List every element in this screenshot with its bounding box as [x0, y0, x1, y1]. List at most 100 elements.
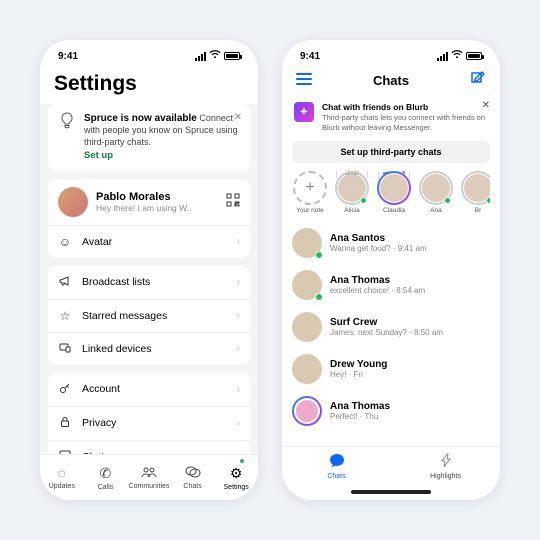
- bolt-icon: [441, 453, 451, 471]
- chats-screen: 9:41 Chats ✦ Chat with friends on Blurb …: [282, 40, 500, 500]
- row-label: Starred messages: [82, 310, 167, 322]
- story-item[interactable]: Last of Us episode 3 omg can w.. Claudia: [376, 171, 412, 214]
- wifi-icon: [451, 50, 463, 62]
- chat-name: Ana Santos: [330, 233, 490, 244]
- row-label: Avatar: [82, 236, 112, 248]
- account-row[interactable]: Account ›: [48, 373, 250, 406]
- lock-icon: [58, 416, 72, 431]
- chevron-right-icon: ›: [237, 310, 240, 321]
- profile-card: Pablo Morales Hey there! I am using W.. …: [48, 179, 250, 258]
- settings-content: Spruce is now available Connect with peo…: [40, 104, 258, 454]
- promo-card[interactable]: Spruce is now available Connect with peo…: [48, 104, 250, 171]
- qr-code-icon[interactable]: [226, 193, 240, 210]
- chat-row[interactable]: Ana SantosWanna get food? · 9:41 am: [292, 222, 490, 264]
- online-dot-icon: [315, 251, 323, 259]
- gear-icon: ⚙: [230, 465, 243, 482]
- tab-calls[interactable]: ✆ Calls: [84, 455, 128, 500]
- online-dot-icon: [360, 197, 367, 204]
- banner-title: Chat with friends on Blurb: [322, 102, 488, 113]
- phone-icon: ✆: [100, 465, 112, 482]
- row-label: Linked devices: [82, 343, 151, 355]
- chat-sub: James: next Sunday? · 8:50 am: [330, 328, 490, 337]
- chat-sub: excellent choice! · 8:54 am: [330, 286, 490, 295]
- chat-row[interactable]: Ana Thomasexcellent choice! · 8:54 am: [292, 264, 490, 306]
- chevron-right-icon: ›: [237, 277, 240, 288]
- tab-highlights[interactable]: Highlights: [391, 447, 500, 486]
- chevron-right-icon: ›: [237, 236, 240, 247]
- communities-icon: [141, 465, 157, 481]
- banner-desc: Third-party chats lets you connect with …: [322, 113, 485, 132]
- row-label: Broadcast lists: [82, 276, 150, 288]
- story-item[interactable]: Br: [460, 171, 490, 214]
- signal-icon: [195, 52, 206, 61]
- chat-sub: Wanna get food? · 9:41 am: [330, 244, 490, 253]
- chat-bubble-icon: [329, 453, 345, 471]
- tab-label: Chats: [327, 473, 345, 480]
- stories-row[interactable]: + Your note Study study study! Alicia La…: [292, 171, 490, 222]
- broadcast-row[interactable]: Broadcast lists ›: [48, 266, 250, 299]
- megaphone-icon: [58, 275, 72, 290]
- row-label: Account: [82, 383, 120, 395]
- online-dot-icon: [315, 293, 323, 301]
- chats-row[interactable]: Chats ›: [48, 440, 250, 454]
- statusbar: 9:41: [282, 40, 500, 66]
- chat-name: Surf Crew: [330, 317, 490, 328]
- lists-card: Broadcast lists › ☆ Starred messages › L…: [48, 266, 250, 365]
- starred-row[interactable]: ☆ Starred messages ›: [48, 299, 250, 332]
- home-indicator: [351, 490, 431, 494]
- tab-label: Updates: [49, 483, 75, 490]
- story-item[interactable]: Ana: [418, 171, 454, 214]
- tabbar: ◌ Updates ✆ Calls Communities Chats ⚙ Setti…: [40, 454, 258, 500]
- battery-icon: [466, 52, 482, 60]
- chevron-right-icon: ›: [237, 418, 240, 429]
- battery-icon: [224, 52, 240, 60]
- privacy-row[interactable]: Privacy ›: [48, 406, 250, 440]
- banner-cta[interactable]: Set up third-party chats: [292, 141, 490, 163]
- signal-icon: [437, 52, 448, 61]
- account-card: Account › Privacy › Chats ›: [48, 373, 250, 454]
- status-time: 9:41: [300, 51, 320, 62]
- chat-sub: Perfect! · Thu: [330, 412, 490, 421]
- chat-name: Ana Thomas: [330, 401, 490, 412]
- compose-button[interactable]: [470, 70, 486, 90]
- chat-row[interactable]: Surf CrewJames: next Sunday? · 8:50 am: [292, 306, 490, 348]
- avatar: [58, 187, 88, 217]
- tab-settings[interactable]: ⚙ Settings: [214, 455, 258, 500]
- statusbar: 9:41: [40, 40, 258, 66]
- promo-title: Spruce is now available: [84, 113, 197, 124]
- close-icon[interactable]: ✕: [482, 100, 490, 111]
- story-label: Your note: [292, 207, 328, 214]
- tab-label: Highlights: [430, 473, 461, 480]
- updates-icon: ◌: [58, 465, 66, 481]
- online-dot-icon: [444, 197, 451, 204]
- avatar-row[interactable]: ☺ Avatar ›: [48, 225, 250, 258]
- chat-row[interactable]: Drew YoungHey! · Fri: [292, 348, 490, 390]
- profile-row[interactable]: Pablo Morales Hey there! I am using W..: [48, 179, 250, 225]
- chat-row[interactable]: Ana ThomasPerfect! · Thu: [292, 390, 490, 432]
- story-label: Claudia: [376, 207, 412, 214]
- story-item[interactable]: Study study study! Alicia: [334, 171, 370, 214]
- story-label: Br: [460, 207, 490, 214]
- tab-updates[interactable]: ◌ Updates: [40, 455, 84, 500]
- tab-chats[interactable]: Chats: [171, 455, 215, 500]
- lightbulb-icon: [58, 112, 76, 163]
- promo-cta[interactable]: Set up: [84, 150, 240, 162]
- status-icons: [195, 50, 240, 62]
- close-icon[interactable]: ✕: [234, 112, 242, 123]
- devices-icon: [58, 342, 72, 356]
- chats-content: ✦ Chat with friends on Blurb Third-party…: [282, 98, 500, 446]
- star-icon: ☆: [58, 309, 72, 323]
- chats-title: Chats: [373, 73, 409, 88]
- tab-label: Calls: [98, 484, 114, 491]
- page-title: Settings: [40, 66, 258, 104]
- linked-row[interactable]: Linked devices ›: [48, 332, 250, 365]
- tab-communities[interactable]: Communities: [127, 455, 171, 500]
- tab-label: Settings: [224, 484, 249, 491]
- banner: ✦ Chat with friends on Blurb Third-party…: [292, 98, 490, 141]
- menu-button[interactable]: [296, 72, 312, 89]
- status-icons: [437, 50, 482, 62]
- tab-label: Communities: [129, 483, 170, 490]
- tab-chats[interactable]: Chats: [282, 447, 391, 486]
- story-label: Alicia: [334, 207, 370, 214]
- story-add[interactable]: + Your note: [292, 171, 328, 214]
